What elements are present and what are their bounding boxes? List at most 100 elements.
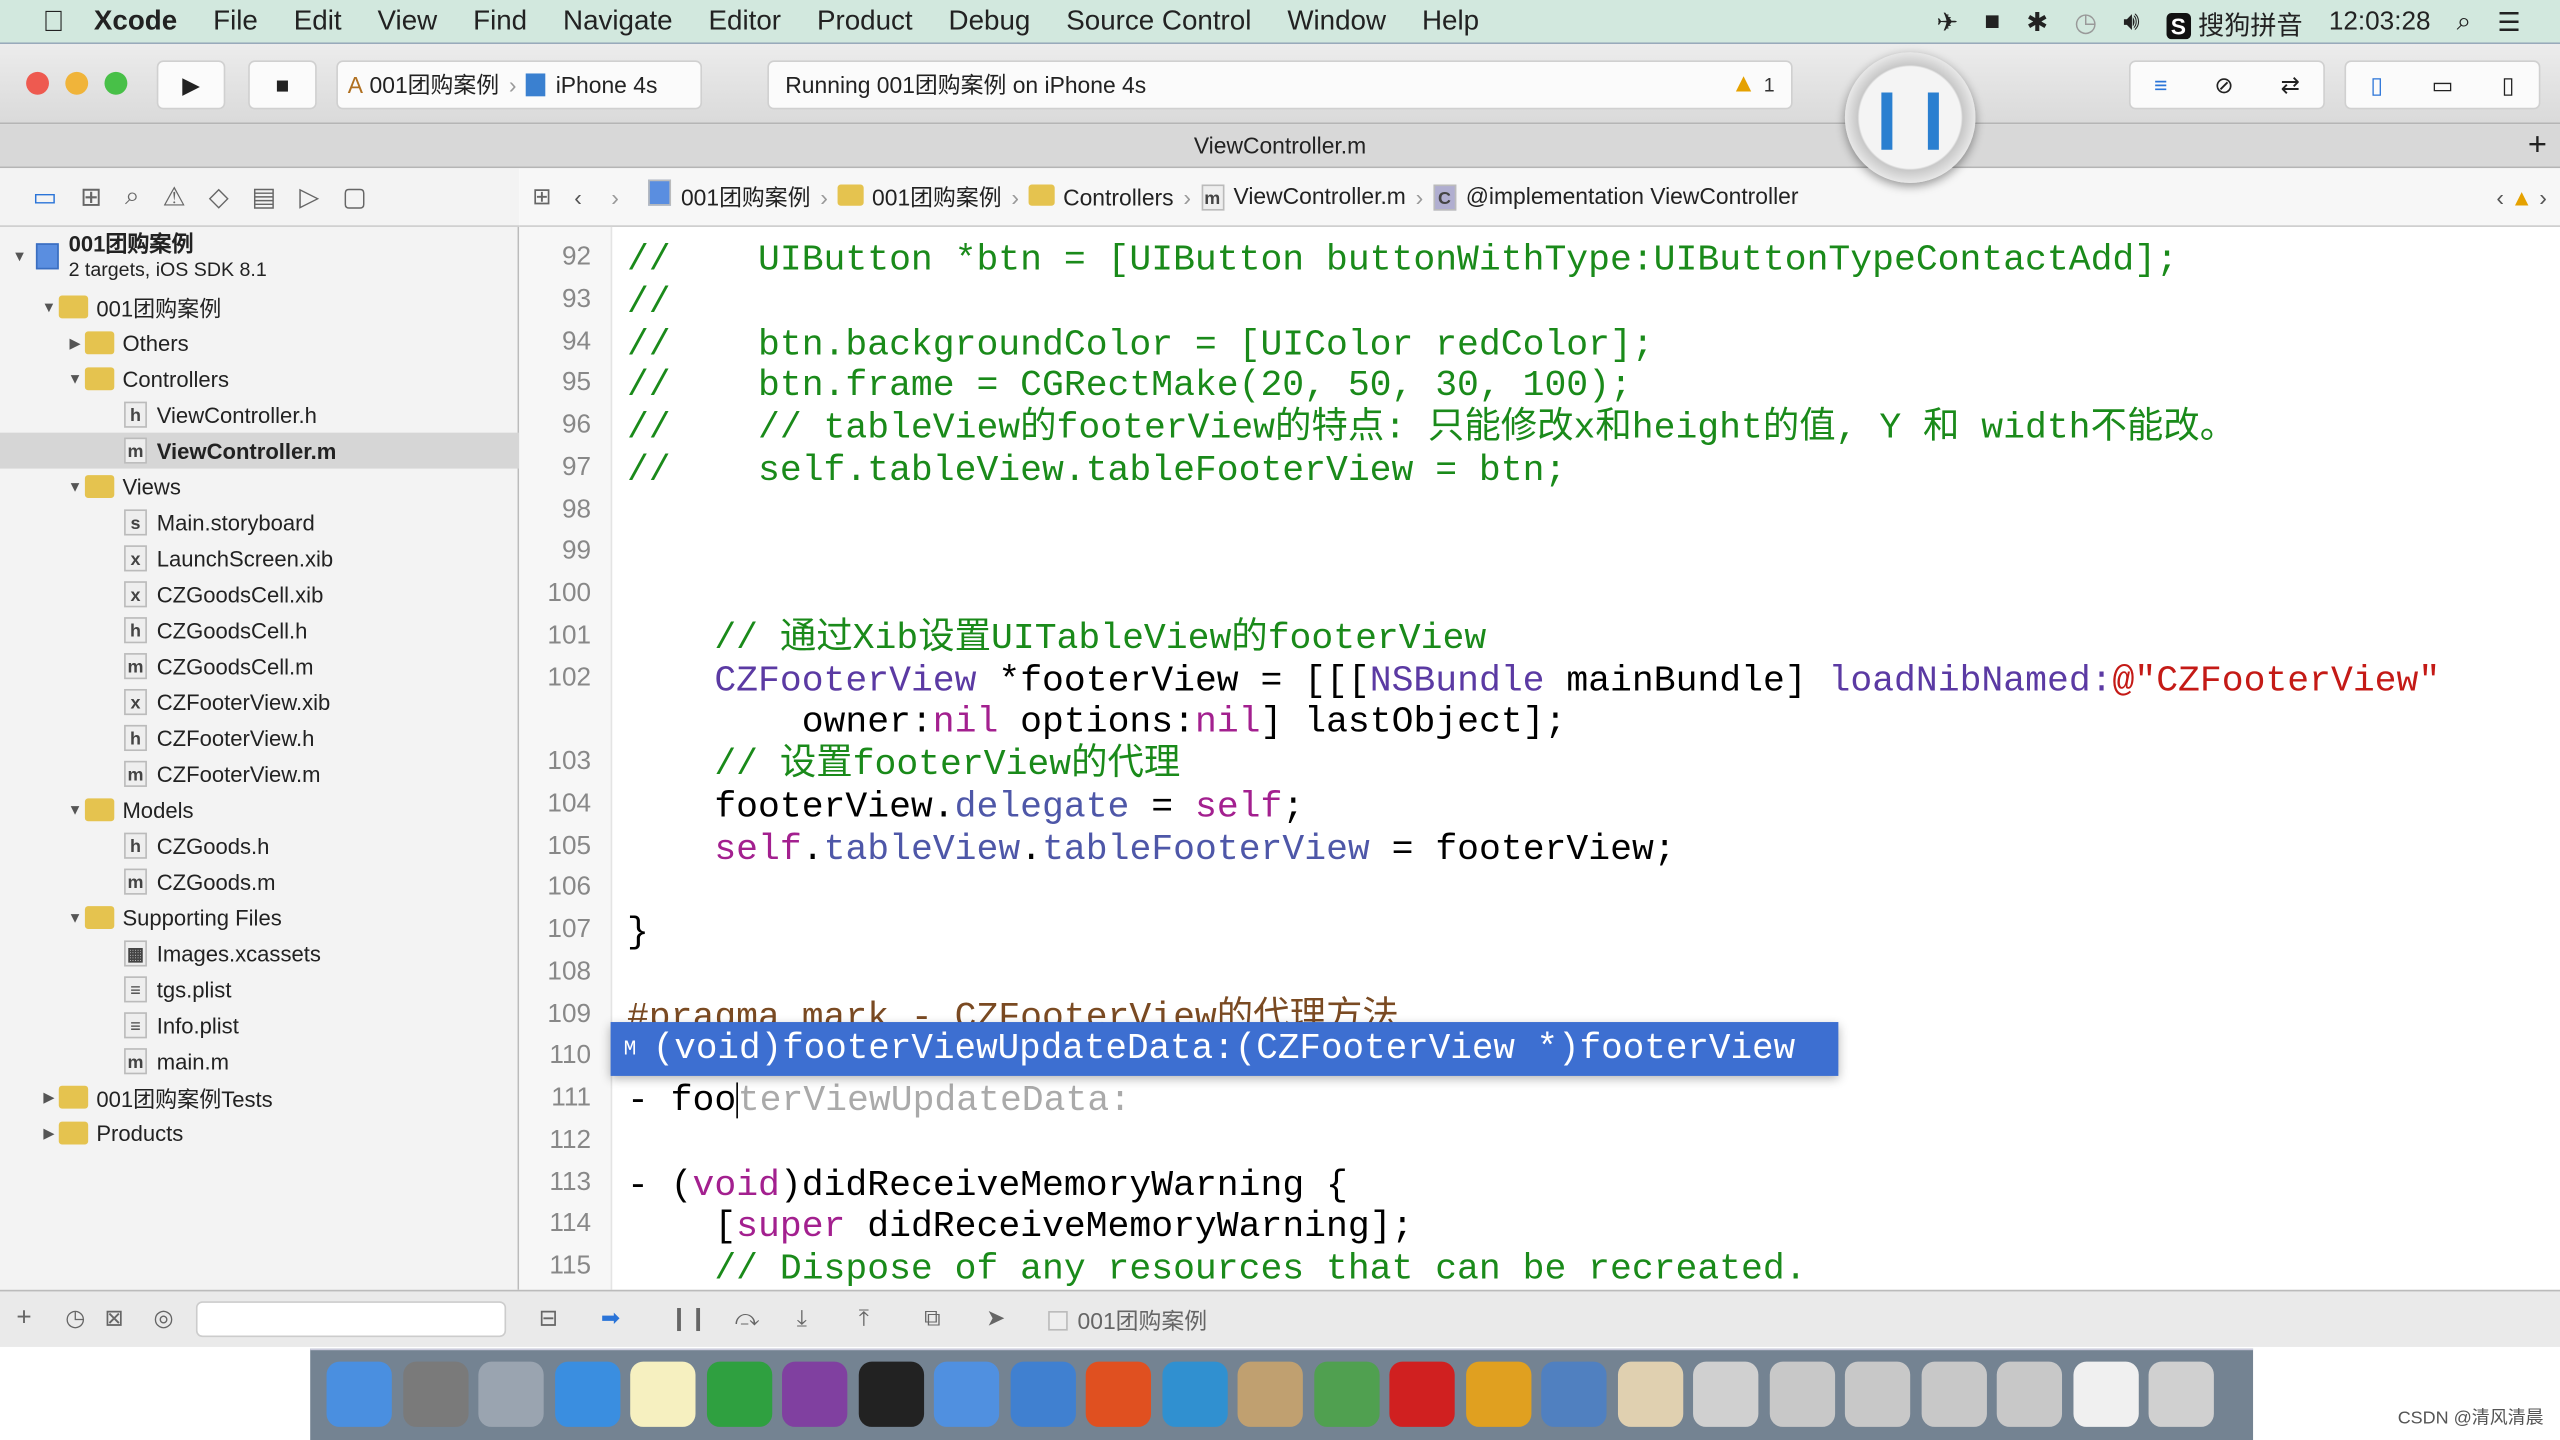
jump-project[interactable]: 001团购案例 <box>648 179 811 214</box>
menu-window[interactable]: Window <box>1287 5 1386 38</box>
completion-item[interactable]: (void)footerViewUpdateData:(CZFooterView… <box>653 1029 1795 1070</box>
unsaved-filter-icon[interactable]: ◎ <box>153 1304 173 1332</box>
pause-debug-icon[interactable]: ❙❙ <box>669 1304 707 1332</box>
sidebar-file[interactable]: s Main.storyboard <box>0 504 519 540</box>
sidebar-file[interactable]: h CZGoodsCell.h <box>0 612 519 648</box>
next-issue-icon[interactable]: › <box>2539 184 2547 210</box>
disclosure-open-icon[interactable]: ▼ <box>65 371 85 387</box>
view-hierarchy-icon[interactable]: ⧉ <box>924 1304 940 1332</box>
notification-center-icon[interactable]: ☰ <box>2497 6 2520 39</box>
disclosure-open-icon[interactable]: ▼ <box>65 909 85 925</box>
dock-app-icon[interactable] <box>1920 1361 1987 1427</box>
symbol-navigator-icon[interactable]: ⊞ <box>80 180 102 213</box>
dock-app-icon[interactable] <box>1085 1361 1152 1427</box>
bluetooth-icon[interactable]: ✱ <box>2026 6 2048 39</box>
menu-navigate[interactable]: Navigate <box>563 5 673 38</box>
sidebar-file[interactable]: h CZFooterView.h <box>0 720 519 756</box>
disclosure-open-icon[interactable]: ▼ <box>65 802 85 818</box>
debug-area-toggle-icon[interactable]: ▭ <box>2432 71 2454 99</box>
test-navigator-icon[interactable]: ◇ <box>209 180 229 213</box>
utilities-toggle-icon[interactable]: ▯ <box>2502 71 2515 99</box>
forward-button[interactable]: › <box>611 184 619 210</box>
back-button[interactable]: ‹ <box>574 184 582 210</box>
clock[interactable]: 12:03:28 <box>2329 7 2431 36</box>
assistant-editor-icon[interactable]: ⊘ <box>2214 71 2233 99</box>
menu-source-control[interactable]: Source Control <box>1066 5 1251 38</box>
pause-button[interactable]: ❙❙ <box>1844 52 1976 183</box>
dock-app-icon[interactable] <box>782 1361 848 1427</box>
sidebar-file[interactable]: x CZGoodsCell.xib <box>0 576 519 612</box>
tab-viewcontroller-m[interactable]: ViewController.m <box>1194 132 1366 158</box>
time-machine-icon[interactable]: ◷ <box>2074 6 2097 39</box>
sidebar-group[interactable]: ▶ Others <box>0 325 519 361</box>
dock-app-icon[interactable] <box>1161 1361 1227 1427</box>
standard-editor-icon[interactable]: ≡ <box>2154 72 2167 98</box>
input-method[interactable]: S 搜狗拼音 <box>2165 2 2303 41</box>
sidebar-file[interactable]: m CZFooterView.m <box>0 756 519 792</box>
dock-app-icon[interactable] <box>2072 1361 2138 1427</box>
add-tab-button[interactable]: + <box>2528 124 2547 168</box>
hide-debug-area-icon[interactable]: ⊟ <box>539 1304 558 1332</box>
menu-debug[interactable]: Debug <box>949 5 1031 38</box>
menu-edit[interactable]: Edit <box>294 5 342 38</box>
step-over-icon[interactable]: ⤼ <box>735 1304 759 1332</box>
sidebar-file[interactable]: m CZGoods.m <box>0 864 519 900</box>
close-button[interactable] <box>26 71 49 95</box>
spotlight-icon[interactable]: ⌕ <box>2457 7 2472 36</box>
add-file-button[interactable]: + <box>16 1304 31 1333</box>
dock-app-icon[interactable] <box>1844 1361 1911 1427</box>
disclosure-closed-icon[interactable]: ▶ <box>39 1088 59 1106</box>
sidebar-file[interactable]: h CZGoods.h <box>0 828 519 864</box>
dock-app-icon[interactable] <box>1465 1361 1531 1427</box>
prev-issue-icon[interactable]: ‹ <box>2496 184 2504 210</box>
menu-view[interactable]: View <box>378 5 438 38</box>
dock-app-icon[interactable] <box>933 1361 1000 1427</box>
issue-navigator-icon[interactable]: ⚠ <box>162 180 185 213</box>
step-out-icon[interactable]: ⤒ <box>859 1304 869 1332</box>
dock-app-icon[interactable] <box>1693 1361 1759 1427</box>
sidebar-group[interactable]: ▼ Models <box>0 792 519 828</box>
code-completion-popup[interactable]: M (void)footerViewUpdateData:(CZFooterVi… <box>610 1022 1839 1076</box>
disclosure-open-icon[interactable]: ▼ <box>65 478 85 494</box>
jump-file[interactable]: m ViewController.m <box>1200 183 1406 211</box>
sidebar-group[interactable]: ▶ Products <box>0 1115 519 1151</box>
recent-files-icon[interactable]: ◷ <box>65 1304 85 1332</box>
dock-app-icon[interactable] <box>1313 1361 1379 1427</box>
sidebar-file[interactable]: m CZGoodsCell.m <box>0 648 519 684</box>
menu-product[interactable]: Product <box>817 5 913 38</box>
stop-button[interactable]: ■ <box>248 60 317 110</box>
related-items-icon[interactable]: ⊞ <box>532 183 551 211</box>
menu-help[interactable]: Help <box>1422 5 1479 38</box>
sidebar-file[interactable]: m main.m <box>0 1043 519 1079</box>
jump-symbol[interactable]: C @implementation ViewController <box>1433 183 1798 211</box>
warning-icon[interactable]: ▲ <box>2510 184 2533 210</box>
airplane-icon[interactable]: ✈ <box>1936 6 1958 39</box>
sidebar-file[interactable]: ▦ Images.xcassets <box>0 936 519 972</box>
dock-app-icon[interactable] <box>478 1361 544 1427</box>
camera-icon[interactable]: ■ <box>1984 7 2000 36</box>
navigator-filter-input[interactable] <box>195 1301 507 1338</box>
breakpoint-navigator-icon[interactable]: ▷ <box>299 180 319 213</box>
sidebar-file[interactable]: h ViewController.h <box>0 397 519 433</box>
find-navigator-icon[interactable]: ⌕ <box>125 182 140 211</box>
dock-app-icon[interactable] <box>1009 1361 1076 1427</box>
sidebar-file[interactable]: x CZFooterView.xib <box>0 684 519 720</box>
navigator-toggle-icon[interactable]: ▯ <box>2370 71 2383 99</box>
disclosure-closed-icon[interactable]: ▶ <box>39 1124 59 1142</box>
dock-app-icon[interactable] <box>857 1361 924 1427</box>
sidebar-group[interactable]: ▼ 001团购案例 <box>0 289 519 325</box>
dock-app-icon[interactable] <box>2148 1361 2214 1427</box>
project-navigator-icon[interactable]: ▭ <box>33 180 58 213</box>
run-button[interactable]: ▶ <box>156 60 226 110</box>
jump-controllers[interactable]: Controllers <box>1028 183 1174 210</box>
menu-editor[interactable]: Editor <box>709 5 782 38</box>
dock-app-icon[interactable] <box>1389 1361 1455 1427</box>
dock-app-icon[interactable] <box>1541 1361 1607 1427</box>
warning-badge[interactable]: ▲ 1 <box>1731 70 1775 99</box>
dock-app-icon[interactable] <box>1996 1361 2063 1427</box>
menu-find[interactable]: Find <box>473 5 527 38</box>
sidebar-file[interactable]: x LaunchScreen.xib <box>0 540 519 576</box>
version-editor-icon[interactable]: ⇄ <box>2281 71 2300 99</box>
sidebar-group[interactable]: ▶ 001团购案例Tests <box>0 1079 519 1115</box>
debug-navigator-icon[interactable]: ▤ <box>252 180 277 213</box>
